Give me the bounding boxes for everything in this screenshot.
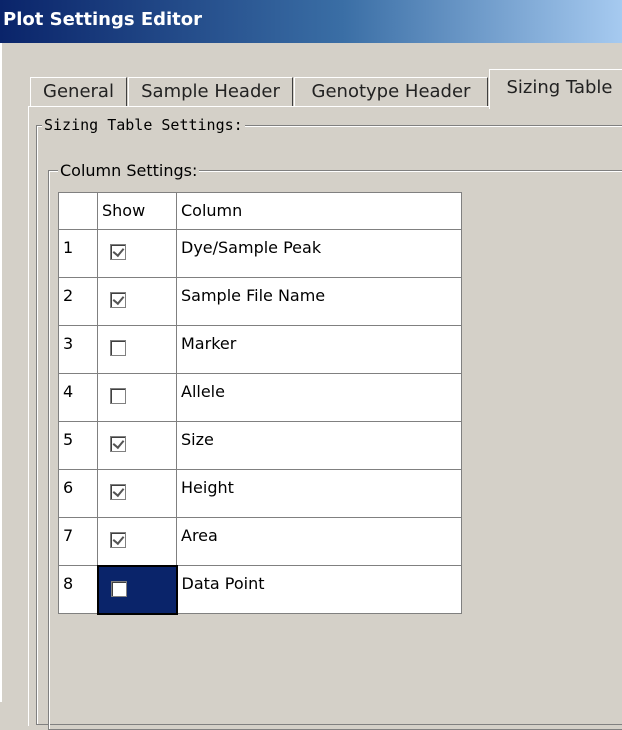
column-name: Sample File Name [176, 277, 462, 326]
show-checkbox[interactable] [110, 340, 126, 356]
column-name: Area [176, 517, 462, 566]
show-checkbox[interactable] [110, 436, 126, 452]
show-cell[interactable] [97, 277, 177, 326]
table-row[interactable]: 4 Allele [58, 373, 462, 422]
show-cell[interactable] [97, 469, 177, 518]
column-name: Allele [176, 373, 462, 422]
table-row-selected[interactable]: 8 Data Point [58, 564, 462, 615]
table-row[interactable]: 6 Height [58, 469, 462, 518]
row-number: 2 [58, 277, 98, 326]
column-name: Marker [176, 325, 462, 374]
row-number: 1 [58, 229, 98, 278]
column-name: Height [176, 469, 462, 518]
row-number: 5 [58, 421, 98, 470]
grid-header-row: Show Column [58, 192, 462, 230]
column-name: Size [176, 421, 462, 470]
title-bar: Plot Settings Editor [0, 0, 622, 43]
header-column: Column [176, 192, 462, 230]
row-number: 7 [58, 517, 98, 566]
show-cell-selected[interactable] [96, 564, 178, 615]
tab-sample-header[interactable]: Sample Header [128, 77, 293, 107]
show-cell[interactable] [97, 325, 177, 374]
header-number [58, 192, 98, 230]
show-checkbox[interactable] [110, 532, 126, 548]
row-number: 6 [58, 469, 98, 518]
show-cell[interactable] [97, 373, 177, 422]
show-checkbox[interactable] [110, 388, 126, 404]
table-row[interactable]: 2 Sample File Name [58, 277, 462, 326]
row-number: 4 [58, 373, 98, 422]
header-show: Show [97, 192, 177, 230]
show-cell[interactable] [97, 517, 177, 566]
row-number: 3 [58, 325, 98, 374]
show-checkbox[interactable] [110, 484, 126, 500]
show-checkbox[interactable] [110, 580, 127, 597]
table-row[interactable]: 1 Dye/Sample Peak [58, 229, 462, 278]
column-settings-label: Column Settings: [58, 161, 200, 180]
column-name: Data Point [176, 565, 462, 614]
show-cell[interactable] [97, 229, 177, 278]
tab-sizing-table[interactable]: Sizing Table [489, 69, 622, 109]
table-row[interactable]: 5 Size [58, 421, 462, 470]
column-settings-grid: Show Column 1 Dye/Sample Peak 2 Sample F… [58, 192, 462, 615]
show-cell[interactable] [97, 421, 177, 470]
column-name: Dye/Sample Peak [176, 229, 462, 278]
window-title: Plot Settings Editor [3, 9, 203, 30]
table-row[interactable]: 7 Area [58, 517, 462, 566]
show-checkbox[interactable] [110, 292, 126, 308]
table-row[interactable]: 3 Marker [58, 325, 462, 374]
tab-genotype-header[interactable]: Genotype Header [294, 77, 488, 107]
sizing-table-settings-label: Sizing Table Settings: [42, 116, 245, 134]
row-number: 8 [58, 565, 98, 614]
tab-general[interactable]: General [30, 77, 127, 107]
show-checkbox[interactable] [110, 244, 126, 260]
